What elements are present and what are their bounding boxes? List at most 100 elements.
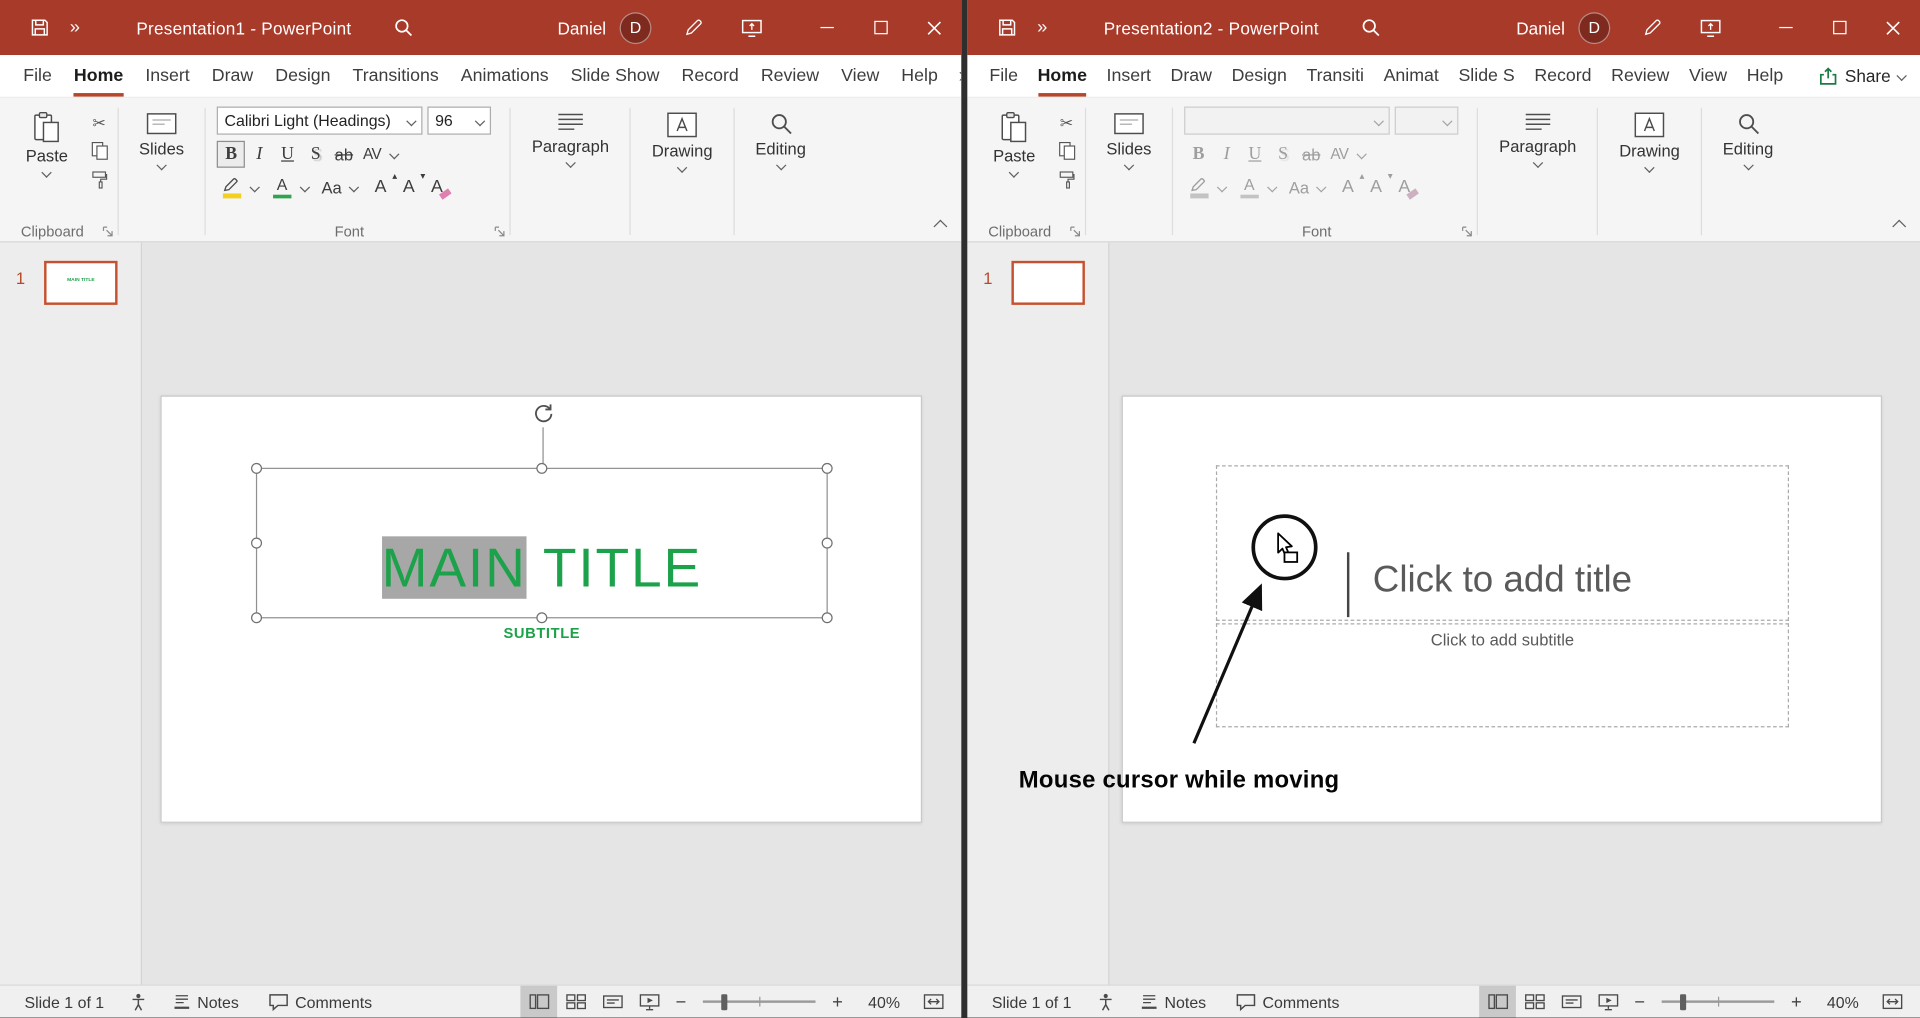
inking-button[interactable] xyxy=(1642,17,1663,38)
underline-button[interactable]: U xyxy=(273,141,301,168)
drawing-button[interactable]: Drawing xyxy=(640,104,725,171)
change-case-chevron[interactable] xyxy=(1316,182,1326,192)
shrink-font-button[interactable]: A▾ xyxy=(1362,174,1390,201)
text-shadow-button[interactable]: S xyxy=(1269,141,1297,168)
inking-button[interactable] xyxy=(683,17,704,38)
zoom-out-button[interactable]: − xyxy=(1626,991,1653,1012)
zoom-level[interactable]: 40% xyxy=(1815,992,1859,1010)
font-size-combo[interactable]: 96 xyxy=(428,107,492,135)
tab-record[interactable]: Record xyxy=(671,55,750,97)
slideshow-button[interactable] xyxy=(631,986,668,1018)
collapse-ribbon-chevron[interactable] xyxy=(1892,220,1906,234)
reading-view-button[interactable] xyxy=(1553,986,1590,1018)
minimize-button[interactable] xyxy=(800,0,854,55)
reading-view-button[interactable] xyxy=(594,986,631,1018)
font-dialog-launcher[interactable] xyxy=(494,225,506,237)
comments-button[interactable]: Comments xyxy=(1236,992,1340,1010)
maximize-button[interactable] xyxy=(853,0,907,55)
tab-transitions[interactable]: Transiti xyxy=(1297,55,1374,97)
fit-slide-button[interactable] xyxy=(912,993,954,1010)
close-button[interactable] xyxy=(907,0,961,55)
slide-thumbnail[interactable] xyxy=(1011,261,1084,305)
bold-button[interactable]: B xyxy=(217,141,245,168)
unselected-text[interactable]: TITLE xyxy=(527,536,702,598)
tab-transitions[interactable]: Transitions xyxy=(342,55,450,97)
tab-slideshow[interactable]: Slide S xyxy=(1449,55,1525,97)
tab-file[interactable]: File xyxy=(980,55,1028,97)
slides-button[interactable]: Slides xyxy=(1094,104,1164,169)
search-icon[interactable] xyxy=(393,17,414,38)
strikethrough-button[interactable]: ab xyxy=(1297,141,1325,168)
notes-button[interactable]: Notes xyxy=(1140,992,1206,1010)
strikethrough-button[interactable]: ab xyxy=(330,141,358,168)
editing-button[interactable]: Editing xyxy=(743,104,818,169)
slide-sorter-button[interactable] xyxy=(1516,986,1553,1018)
change-case-button[interactable]: Aa xyxy=(318,174,346,201)
character-spacing-button[interactable]: AV xyxy=(358,141,386,168)
selection-handle-nw[interactable] xyxy=(251,463,262,474)
normal-view-button[interactable] xyxy=(1479,986,1516,1018)
zoom-slider[interactable] xyxy=(1662,1000,1775,1002)
font-color-button[interactable]: A xyxy=(1235,174,1264,201)
account-name[interactable]: Daniel xyxy=(1516,18,1565,38)
selection-handle-s[interactable] xyxy=(536,612,547,623)
collapse-ribbon-chevron[interactable] xyxy=(933,220,947,234)
accessibility-button[interactable] xyxy=(1098,992,1113,1010)
clear-formatting-button[interactable]: A xyxy=(423,174,451,201)
highlight-dropdown-chevron[interactable] xyxy=(250,182,260,192)
tab-design[interactable]: Design xyxy=(1222,55,1297,97)
cut-button[interactable]: ✂ xyxy=(93,115,106,131)
paste-button[interactable]: Paste xyxy=(13,104,80,176)
tab-help[interactable]: Help xyxy=(890,55,949,97)
font-dialog-launcher[interactable] xyxy=(1461,225,1473,237)
underline-button[interactable]: U xyxy=(1241,141,1269,168)
format-painter-button[interactable] xyxy=(91,170,108,190)
comments-button[interactable]: Comments xyxy=(268,992,372,1010)
tab-review[interactable]: Review xyxy=(1601,55,1679,97)
font-name-combo[interactable] xyxy=(1184,107,1390,135)
zoom-slider[interactable] xyxy=(703,1000,816,1002)
tab-home[interactable]: Home xyxy=(1028,55,1097,97)
selection-handle-sw[interactable] xyxy=(251,612,262,623)
highlight-dropdown-chevron[interactable] xyxy=(1217,182,1227,192)
tab-draw[interactable]: Draw xyxy=(1161,55,1222,97)
paragraph-button[interactable]: Paragraph xyxy=(1487,104,1589,166)
tab-help[interactable]: Help xyxy=(1737,55,1793,97)
clipboard-dialog-launcher[interactable] xyxy=(101,225,113,237)
slide-subtitle-text[interactable]: SUBTITLE xyxy=(256,624,828,641)
cut-button[interactable]: ✂ xyxy=(1060,115,1073,131)
tab-animations[interactable]: Animat xyxy=(1374,55,1449,97)
copy-button[interactable] xyxy=(1057,141,1075,161)
save-icon[interactable] xyxy=(29,17,50,38)
tab-home[interactable]: Home xyxy=(63,55,134,97)
selection-handle-se[interactable] xyxy=(822,612,833,623)
title-textbox-selection[interactable]: MAIN TITLE xyxy=(256,468,828,619)
zoom-out-button[interactable]: − xyxy=(667,991,694,1012)
font-color-dropdown-chevron[interactable] xyxy=(1267,182,1277,192)
notes-button[interactable]: Notes xyxy=(173,992,239,1010)
font-size-combo[interactable] xyxy=(1395,107,1459,135)
font-color-button[interactable]: A xyxy=(267,174,296,201)
zoom-in-button[interactable]: + xyxy=(1783,991,1810,1012)
tab-file[interactable]: File xyxy=(12,55,63,97)
paragraph-button[interactable]: Paragraph xyxy=(520,104,622,166)
spacing-dropdown-chevron[interactable] xyxy=(1357,149,1367,159)
quick-access-overflow[interactable]: » xyxy=(70,17,80,38)
copy-button[interactable] xyxy=(90,141,108,161)
accessibility-button[interactable] xyxy=(131,992,146,1010)
editing-button[interactable]: Editing xyxy=(1710,104,1785,169)
zoom-slider-thumb[interactable] xyxy=(1680,994,1686,1010)
drawing-button[interactable]: Drawing xyxy=(1607,104,1692,171)
tab-draw[interactable]: Draw xyxy=(201,55,264,97)
subtitle-placeholder-text[interactable]: Click to add subtitle xyxy=(1217,631,1788,649)
italic-button[interactable]: I xyxy=(245,141,273,168)
paste-button[interactable]: Paste xyxy=(981,104,1048,176)
zoom-level[interactable]: 40% xyxy=(856,992,900,1010)
character-spacing-button[interactable]: AV xyxy=(1325,141,1353,168)
account-avatar[interactable]: D xyxy=(1578,12,1610,44)
clear-formatting-button[interactable]: A xyxy=(1390,174,1418,201)
font-name-combo[interactable]: Calibri Light (Headings) xyxy=(217,107,423,135)
slide-title-text[interactable]: MAIN TITLE xyxy=(257,539,826,597)
text-shadow-button[interactable]: S xyxy=(302,141,330,168)
account-name[interactable]: Daniel xyxy=(558,18,607,38)
